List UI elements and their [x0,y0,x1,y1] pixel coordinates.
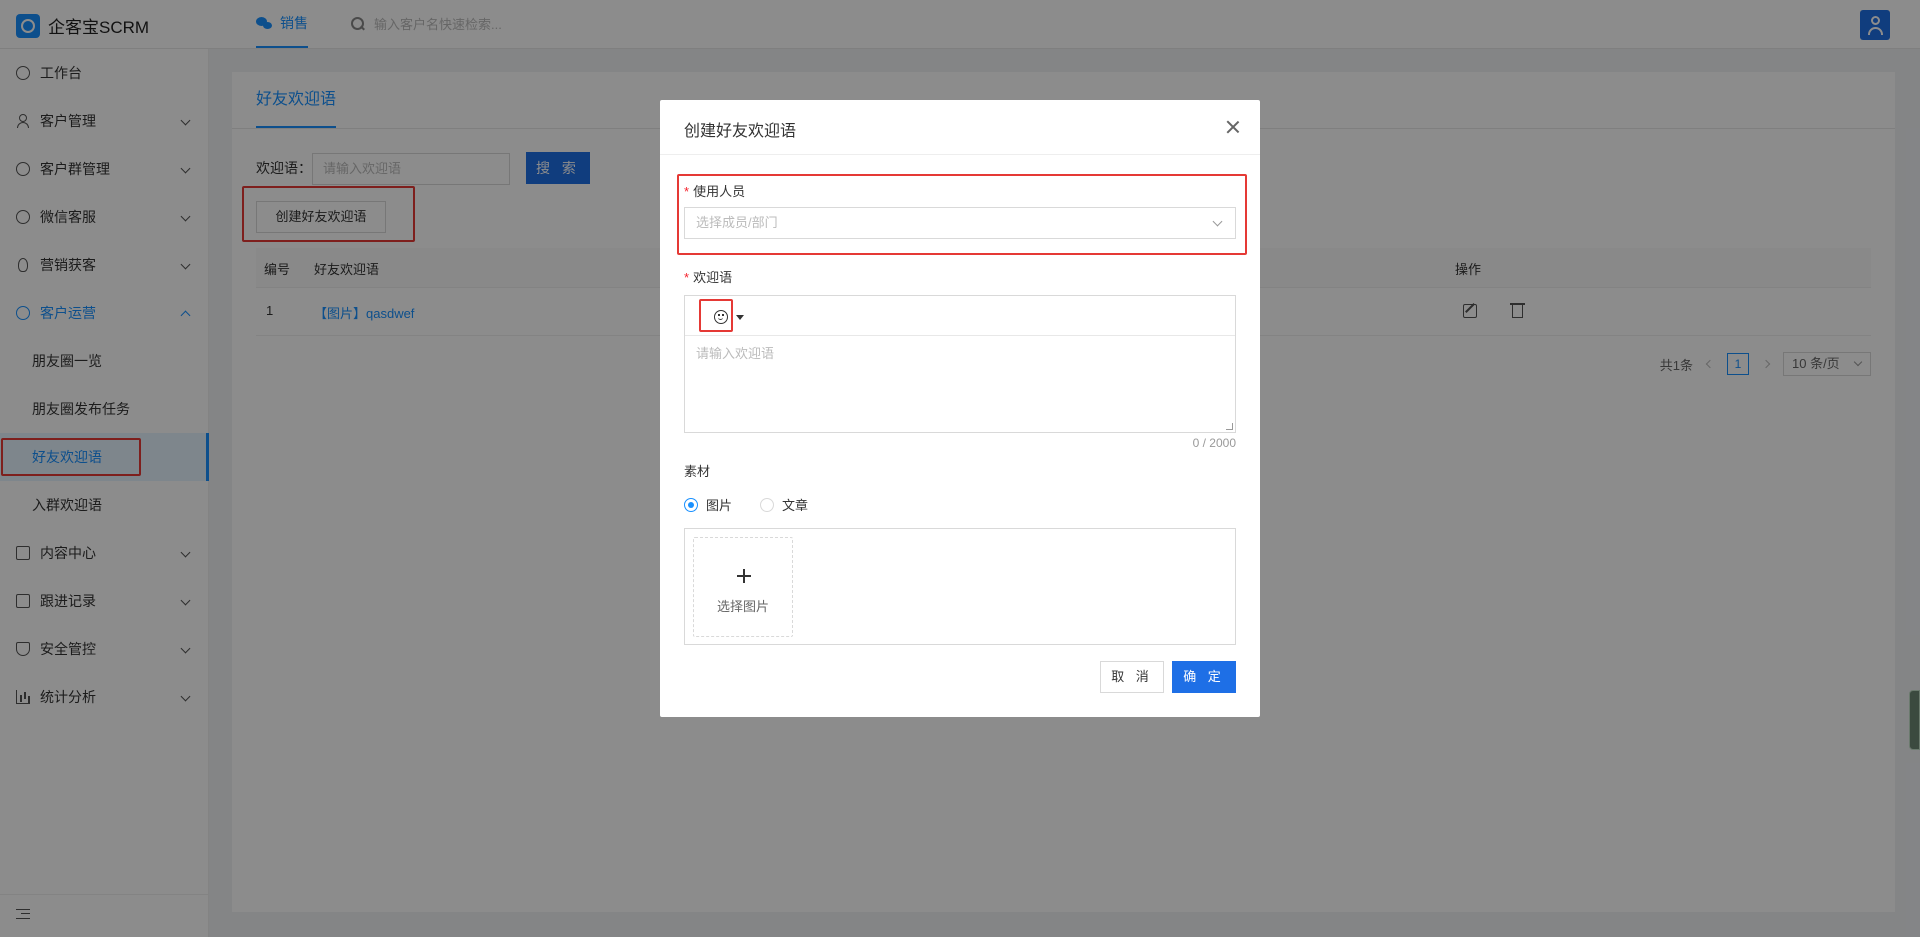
resize-handle[interactable] [1226,423,1233,430]
caret-down-icon[interactable] [736,315,744,320]
chevron-down-icon [1212,216,1223,227]
char-counter: 0 / 2000 [1192,436,1236,450]
member-department-select[interactable]: 选择成员/部门 [684,207,1236,239]
side-drawer-handle[interactable] [1909,690,1920,750]
radio-article[interactable] [760,497,775,512]
create-welcome-dialog: 创建好友欢迎语 * 使用人员 选择成员/部门 * 欢迎语 请输入欢迎语 0 / 20… [660,100,1260,717]
cancel-button[interactable]: 取 消 [1100,661,1164,693]
required-mark: * [684,184,690,199]
welcome-textarea[interactable]: 请输入欢迎语 [684,335,1236,433]
select-placeholder: 选择成员/部门 [696,215,778,230]
dialog-divider [660,154,1260,155]
welcome-field-label: * 欢迎语 [684,270,733,285]
emoji-icon[interactable] [714,310,728,324]
editor-toolbar [684,295,1236,336]
upload-label: 选择图片 [716,599,769,614]
upload-image-button[interactable]: 选择图片 [693,537,793,637]
radio-image-label[interactable]: 图片 [706,495,732,514]
user-field-label: * 使用人员 [684,184,746,199]
radio-article-label[interactable]: 文章 [782,495,808,514]
material-box: 选择图片 [684,528,1236,645]
radio-image[interactable] [684,497,698,512]
confirm-button[interactable]: 确 定 [1172,661,1236,693]
material-label: 素材 [684,464,711,479]
close-icon[interactable] [1226,120,1240,134]
textarea-placeholder: 请输入欢迎语 [696,346,775,361]
material-type-radio-group: 图片 文章 [684,495,808,514]
dialog-title: 创建好友欢迎语 [684,123,797,140]
plus-icon [737,569,751,583]
required-mark: * [684,270,690,285]
